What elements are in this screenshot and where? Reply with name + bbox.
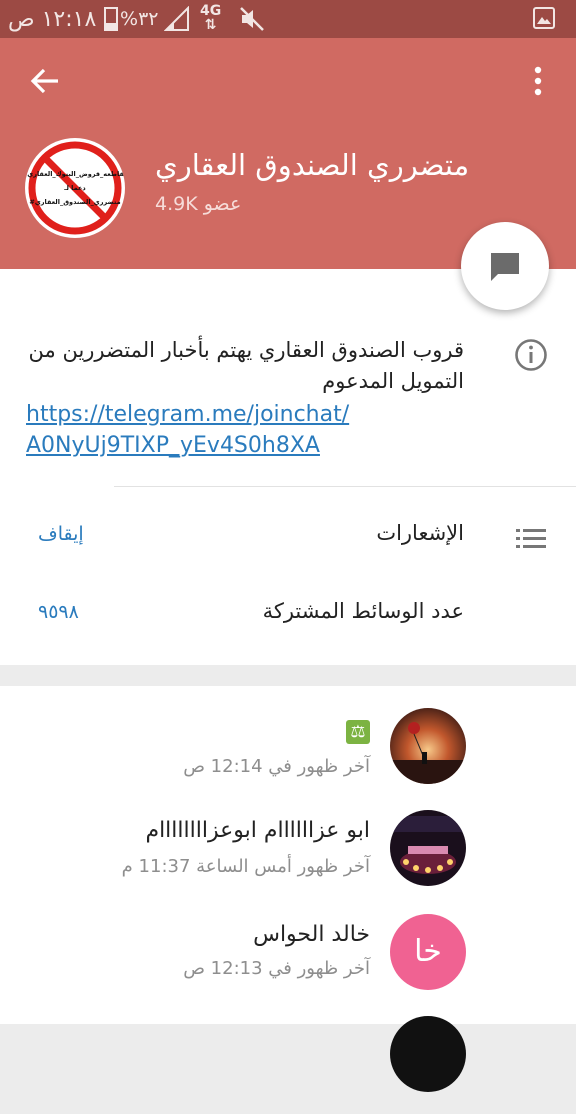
list-item[interactable]: ⚖ آخر ظهور في 12:14 ص [0, 706, 576, 808]
group-info-card: قروب الصندوق العقاري يهتم بأخبار المتضرر… [0, 269, 576, 665]
member-count: 4.9K عضو [155, 193, 242, 215]
notifications-label: الإشعارات [376, 521, 464, 545]
info-icon [515, 339, 547, 371]
avatar[interactable] [390, 810, 466, 886]
group-description: قروب الصندوق العقاري يهتم بأخبار المتضرر… [28, 338, 464, 393]
group-title: متضرري الصندوق العقاري [155, 148, 470, 182]
list-item[interactable] [0, 1012, 576, 1114]
more-options-icon[interactable] [526, 64, 550, 98]
gallery-icon [533, 7, 555, 29]
notifications-list-icon [516, 529, 546, 548]
back-arrow-icon[interactable] [28, 64, 62, 98]
avatar[interactable] [390, 1016, 466, 1092]
notifications-value[interactable]: إيقاف [38, 523, 84, 545]
battery-icon [104, 7, 118, 31]
status-time: ١٢:١٨ ص [8, 7, 97, 32]
member-name: خالد الحواس [253, 922, 370, 947]
group-avatar[interactable]: #مقاطعه_قروض_البنوك_العقاري دعما لـ #متض… [25, 138, 125, 238]
shared-media-label: عدد الوسائط المشتركة [262, 599, 464, 623]
member-last-seen: آخر ظهور في 12:13 ص [183, 958, 370, 979]
network-type: 4G ⇅ [200, 3, 222, 33]
invite-link[interactable]: https://telegram.me/joinchat/A0NyUj9TIXP… [26, 399, 406, 461]
list-item[interactable]: خا خالد الحواس آخر ظهور في 12:13 ص [0, 910, 576, 1012]
message-icon [491, 253, 519, 281]
list-item[interactable]: ابو عزاااااام ابوعزاااااااام آخر ظهور أم… [0, 808, 576, 910]
svg-text:دعما لـ: دعما لـ [63, 184, 86, 192]
members-list: ⚖ آخر ظهور في 12:14 ص ابو عزاااااام ابوع… [0, 686, 576, 1092]
member-last-seen: آخر ظهور في 12:14 ص [183, 756, 370, 777]
avatar[interactable] [390, 708, 466, 784]
svg-text:#مقاطعه_قروض_البنوك_العقاري: #مقاطعه_قروض_البنوك_العقاري [25, 170, 125, 178]
scale-icon: ⚖ [346, 720, 370, 744]
member-name: ⚖ [60, 718, 370, 744]
status-bar: ١٢:١٨ ص %٣٢ 4G ⇅ [0, 0, 576, 38]
shared-media-count: ٩٥٩٨ [38, 601, 79, 623]
svg-text:#متضرري_الصندوق_العقاري: #متضرري_الصندوق_العقاري [29, 198, 120, 206]
battery-percent: %٣٢ [120, 8, 159, 30]
message-fab[interactable] [461, 222, 549, 310]
member-name: ابو عزاااااام ابوعزاااااااام [145, 818, 370, 843]
no-sign-icon: #مقاطعه_قروض_البنوك_العقاري دعما لـ #متض… [25, 141, 125, 235]
member-last-seen: آخر ظهور أمس الساعة 11:37 م [121, 856, 370, 877]
mute-icon [240, 7, 264, 31]
avatar[interactable]: خا [390, 914, 466, 990]
signal-icon [164, 6, 189, 31]
divider [114, 486, 576, 487]
